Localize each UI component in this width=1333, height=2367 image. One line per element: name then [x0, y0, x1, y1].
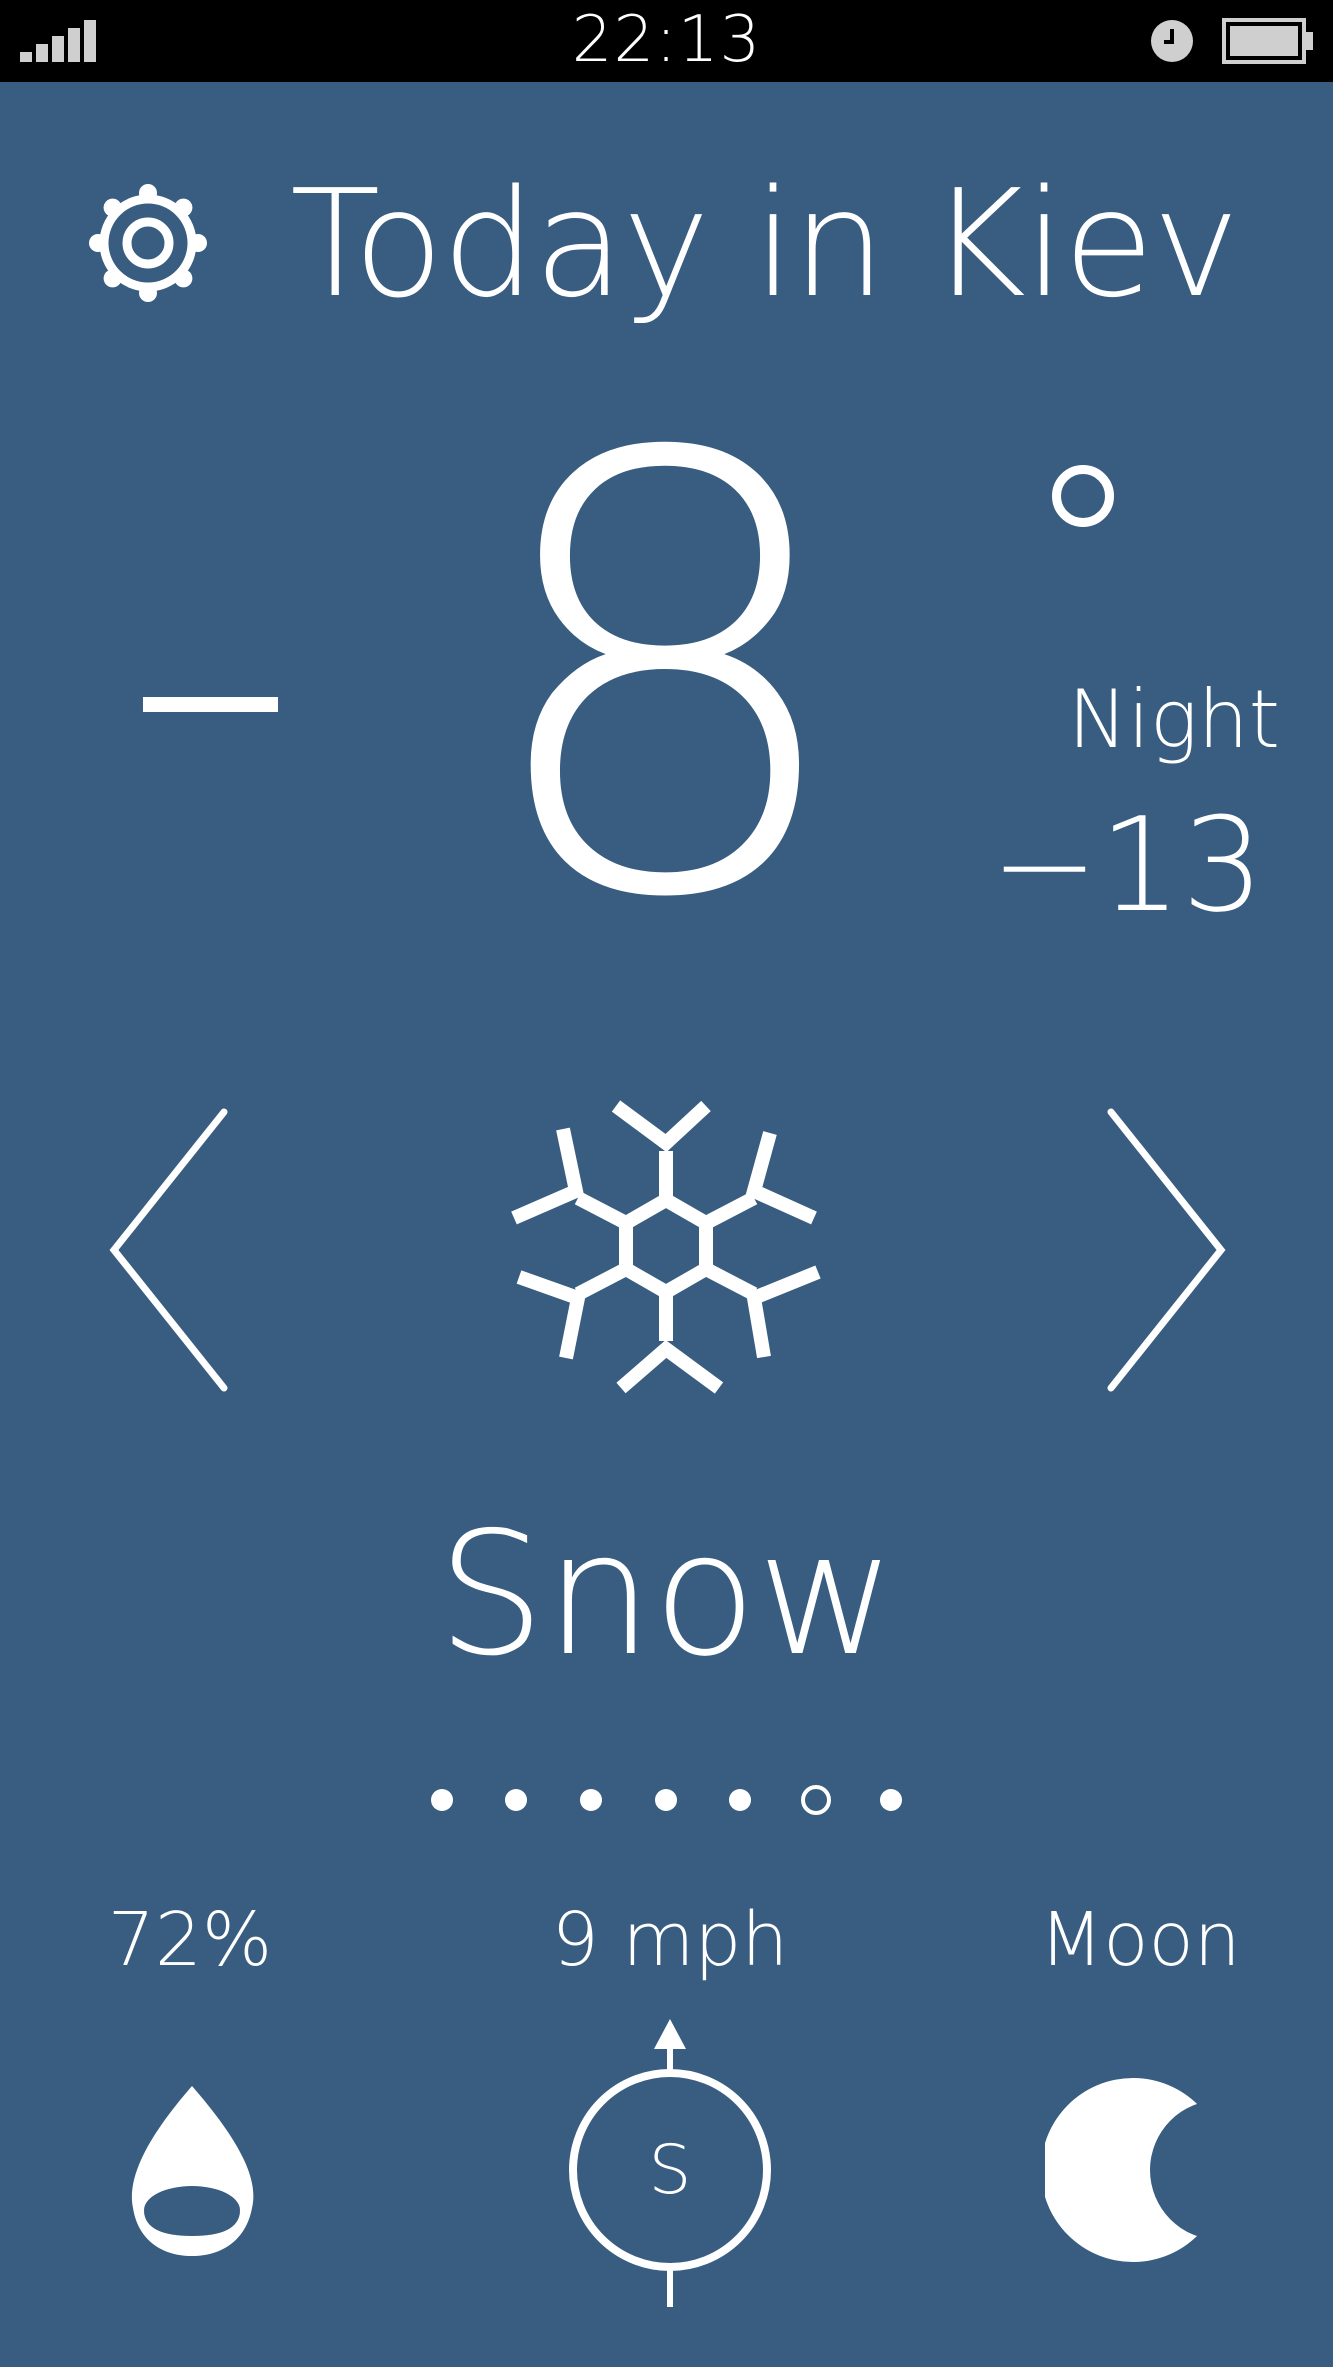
page-dot[interactable]: [580, 1789, 602, 1811]
moon-label: Moon: [1039, 1897, 1241, 1983]
page-dot[interactable]: [729, 1789, 751, 1811]
alarm-icon: [1151, 20, 1193, 62]
snowflake-icon: [511, 1100, 821, 1394]
page-dot-active[interactable]: [801, 1785, 831, 1815]
water-drop-icon: [131, 2086, 254, 2256]
degree-icon: [1052, 465, 1114, 527]
night-label: Night: [1067, 673, 1280, 766]
temperature-sign: [143, 697, 278, 712]
page-dot[interactable]: [505, 1789, 527, 1811]
page-dot[interactable]: [431, 1789, 453, 1811]
wind-speed-value: 9 mph: [551, 1897, 789, 1983]
humidity-value: 72%: [107, 1897, 273, 1983]
status-time: 22:13: [571, 3, 762, 77]
night-temperature: −13: [990, 789, 1265, 941]
status-bar: 22:13: [0, 0, 1333, 82]
compass-icon: S: [569, 2019, 771, 2307]
crescent-moon-icon: [1045, 2078, 1205, 2262]
gear-icon[interactable]: [88, 183, 208, 303]
chevron-right-icon[interactable]: [1095, 1100, 1235, 1400]
chevron-left-icon[interactable]: [100, 1100, 240, 1400]
page-title: Today in Kiev: [290, 158, 1240, 330]
current-temperature: 8: [474, 330, 856, 1029]
page-dot[interactable]: [880, 1789, 902, 1811]
condition-label: Snow: [437, 1496, 896, 1694]
wind-direction: S: [648, 2131, 691, 2210]
page-dot[interactable]: [655, 1789, 677, 1811]
battery-icon: [1222, 18, 1313, 64]
